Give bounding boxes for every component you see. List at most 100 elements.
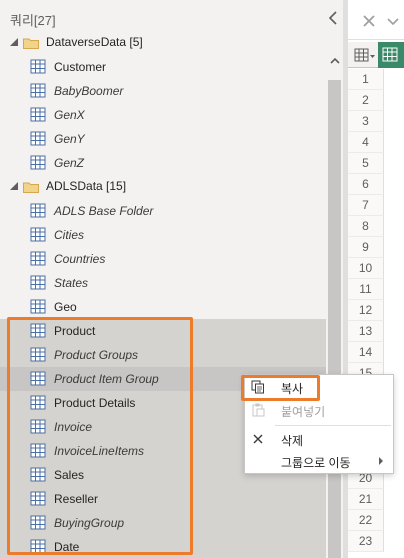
formula-bar bbox=[348, 0, 404, 40]
menu-item-copy[interactable]: 복사 bbox=[245, 375, 393, 399]
menu-item-delete-label: 삭제 bbox=[281, 434, 304, 448]
query-item-label: Date bbox=[54, 540, 80, 554]
query-item[interactable]: BabyBoomer bbox=[0, 79, 326, 103]
grid-header bbox=[348, 42, 404, 68]
table-icon bbox=[30, 59, 46, 74]
query-item-label: Reseller bbox=[54, 492, 99, 506]
copy-icon bbox=[251, 380, 264, 394]
chevron-left-icon[interactable] bbox=[326, 9, 340, 27]
row-number[interactable]: 9 bbox=[348, 237, 384, 258]
table-icon bbox=[30, 107, 46, 122]
query-item-label: Customer bbox=[54, 60, 107, 74]
cancel-icon[interactable] bbox=[362, 14, 376, 28]
query-group-label: DataverseData [5] bbox=[46, 35, 143, 49]
query-item[interactable]: States bbox=[0, 271, 326, 295]
table-menu-icon[interactable] bbox=[354, 47, 376, 63]
query-item[interactable]: Date bbox=[0, 535, 326, 558]
query-item-label: BuyingGroup bbox=[54, 516, 125, 530]
table-icon bbox=[30, 443, 46, 458]
query-item-label: Countries bbox=[54, 252, 106, 266]
row-number[interactable]: 21 bbox=[348, 489, 384, 510]
query-item-label: Invoice bbox=[54, 420, 93, 434]
row-number[interactable]: 22 bbox=[348, 510, 384, 531]
query-item[interactable]: GenZ bbox=[0, 151, 326, 175]
query-item[interactable]: Countries bbox=[0, 247, 326, 271]
table-icon bbox=[30, 251, 46, 266]
query-item[interactable]: Reseller bbox=[0, 487, 326, 511]
query-item[interactable]: Customer bbox=[0, 55, 326, 79]
query-item[interactable]: Product Groups bbox=[0, 343, 326, 367]
row-number[interactable]: 13 bbox=[348, 321, 384, 342]
menu-separator bbox=[275, 425, 391, 426]
query-item-label: GenX bbox=[54, 108, 85, 122]
query-item-label: Cities bbox=[54, 228, 85, 242]
row-number[interactable]: 2 bbox=[348, 90, 384, 111]
query-item-label: BabyBoomer bbox=[54, 84, 124, 98]
query-item-label: Product Details bbox=[54, 396, 136, 410]
context-menu: 복사 붙여넣기 삭제 그룹으로 이동 bbox=[244, 374, 394, 474]
query-item-label: GenZ bbox=[54, 156, 85, 170]
table-icon bbox=[30, 539, 46, 554]
table-icon bbox=[30, 371, 46, 386]
query-item[interactable]: GenY bbox=[0, 127, 326, 151]
row-number[interactable]: 23 bbox=[348, 531, 384, 552]
row-number[interactable]: 8 bbox=[348, 216, 384, 237]
row-number[interactable]: 1 bbox=[348, 69, 384, 90]
queries-pane: 쿼리[27] DataverseData [5] Customer BabyBoom… bbox=[0, 0, 343, 558]
scroll-up-icon[interactable] bbox=[329, 55, 341, 67]
delete-icon bbox=[253, 434, 263, 444]
row-number[interactable]: 7 bbox=[348, 195, 384, 216]
menu-item-paste-label: 붙여넣기 bbox=[281, 405, 326, 419]
query-item[interactable]: GenX bbox=[0, 103, 326, 127]
query-item-label: States bbox=[54, 276, 89, 290]
query-item[interactable]: Product bbox=[0, 319, 326, 343]
query-item-label: Product Groups bbox=[54, 348, 139, 362]
query-group-row[interactable]: ADLSData [15] bbox=[0, 175, 343, 199]
menu-item-paste[interactable]: 붙여넣기 bbox=[245, 398, 393, 422]
query-group-row[interactable]: DataverseData [5] bbox=[0, 31, 343, 55]
query-item[interactable]: ADLS Base Folder bbox=[0, 199, 326, 223]
expand-caret-icon[interactable] bbox=[10, 182, 18, 190]
menu-item-copy-label: 복사 bbox=[281, 382, 304, 396]
table-icon bbox=[30, 275, 46, 290]
row-number[interactable]: 12 bbox=[348, 300, 384, 321]
query-item-label: Sales bbox=[54, 468, 85, 482]
query-item-label: Product bbox=[54, 324, 96, 338]
paste-icon bbox=[252, 403, 265, 417]
folder-icon bbox=[23, 38, 39, 49]
table-icon bbox=[30, 419, 46, 434]
table-icon bbox=[30, 299, 46, 314]
scrollbar-thumb[interactable] bbox=[328, 80, 341, 558]
table-icon bbox=[30, 155, 46, 170]
query-group-label: ADLSData [15] bbox=[46, 179, 127, 193]
row-number[interactable]: 4 bbox=[348, 132, 384, 153]
query-item-label: GenY bbox=[54, 132, 85, 146]
row-number[interactable]: 3 bbox=[348, 111, 384, 132]
row-number[interactable]: 11 bbox=[348, 279, 384, 300]
row-number[interactable]: 14 bbox=[348, 342, 384, 363]
menu-item-move-to-group[interactable]: 그룹으로 이동 bbox=[245, 449, 393, 473]
row-number[interactable]: 10 bbox=[348, 258, 384, 279]
folder-icon bbox=[23, 182, 39, 193]
column-header-selected[interactable] bbox=[378, 42, 404, 68]
expand-caret-icon[interactable] bbox=[10, 38, 18, 46]
row-number[interactable]: 6 bbox=[348, 174, 384, 195]
query-item[interactable]: Cities bbox=[0, 223, 326, 247]
table-icon bbox=[30, 203, 46, 218]
submenu-arrow-icon bbox=[379, 457, 383, 465]
row-number[interactable]: 5 bbox=[348, 153, 384, 174]
menu-item-delete[interactable]: 삭제 bbox=[245, 427, 393, 451]
table-icon bbox=[30, 467, 46, 482]
table-icon bbox=[30, 83, 46, 98]
queries-pane-title: 쿼리[27] bbox=[10, 13, 56, 28]
chevron-down-icon[interactable] bbox=[386, 14, 400, 28]
data-grid: 1234567891011121314151617181920212223 bbox=[348, 0, 404, 558]
table-icon bbox=[30, 131, 46, 146]
query-item-label: Product Item Group bbox=[54, 372, 159, 386]
query-item[interactable]: BuyingGroup bbox=[0, 511, 326, 535]
menu-item-move-to-group-label: 그룹으로 이동 bbox=[281, 456, 351, 470]
table-icon bbox=[30, 347, 46, 362]
table-icon bbox=[382, 47, 398, 62]
query-item-label: Geo bbox=[54, 300, 77, 314]
query-item[interactable]: Geo bbox=[0, 295, 326, 319]
